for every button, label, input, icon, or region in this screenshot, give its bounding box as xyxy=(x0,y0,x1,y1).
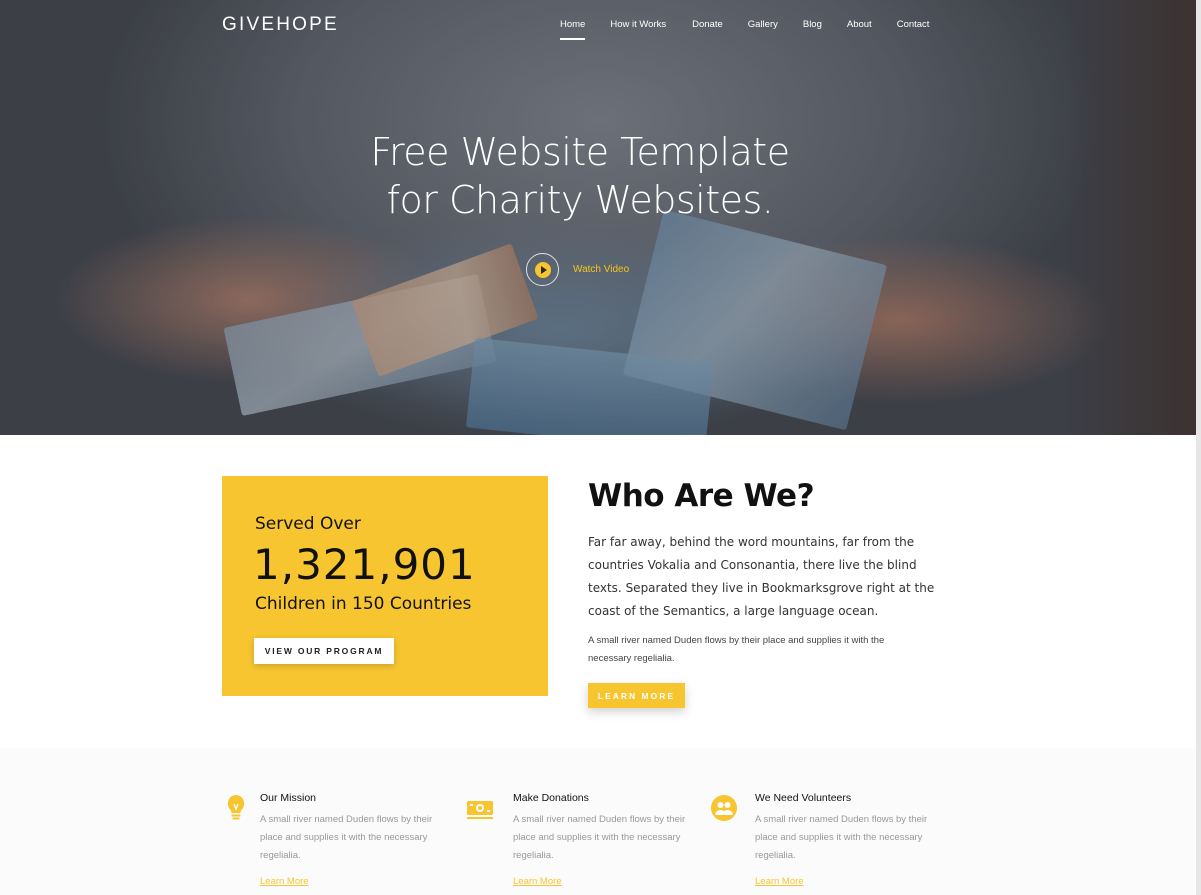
watch-video-control[interactable]: Watch Video xyxy=(526,253,629,286)
served-over-label: Served Over xyxy=(255,514,361,534)
feature-description: A small river named Duden flows by their… xyxy=(260,814,433,861)
hero-title-line-2: for Charity Websites. xyxy=(386,178,774,222)
page-scrollbar[interactable] xyxy=(1196,0,1201,895)
who-are-we-paragraph: Far far away, behind the word mountains,… xyxy=(588,535,935,618)
who-are-we-heading: Who Are We? xyxy=(588,478,815,514)
children-countries-label: Children in 150 Countries xyxy=(255,594,472,614)
nav-item-about[interactable]: About xyxy=(847,19,872,40)
feature-title: Our Mission xyxy=(260,792,317,804)
nav-item-how-it-works[interactable]: How it Works xyxy=(610,19,666,40)
feature-title: We Need Volunteers xyxy=(755,792,852,804)
nav-item-home[interactable]: Home xyxy=(560,19,586,40)
play-button[interactable] xyxy=(526,253,559,286)
stats-card: Served Over 1,321,901 Children in 150 Co… xyxy=(222,476,548,696)
feature-title: Make Donations xyxy=(513,792,589,804)
nav-item-donate[interactable]: Donate xyxy=(692,19,723,40)
volunteers-icon xyxy=(711,795,737,821)
play-icon xyxy=(534,261,551,278)
served-count: 1,321,901 xyxy=(253,540,476,589)
view-our-program-button[interactable]: VIEW OUR PROGRAM xyxy=(254,638,394,664)
feature-learn-more-link[interactable]: Learn More xyxy=(260,876,309,887)
lightbulb-icon xyxy=(227,795,245,820)
feature-description: A small river named Duden flows by their… xyxy=(513,814,686,861)
feature-learn-more-link[interactable]: Learn More xyxy=(755,876,804,887)
nav-menu: Home How it Works Donate Gallery Blog Ab… xyxy=(560,19,929,40)
nav-item-contact[interactable]: Contact xyxy=(897,19,930,40)
nav-item-blog[interactable]: Blog xyxy=(803,19,822,40)
hero-title: Free Website Template for Charity Websit… xyxy=(0,128,1160,224)
feature-description: A small river named Duden flows by their… xyxy=(755,814,928,861)
watch-video-link[interactable]: Watch Video xyxy=(573,264,629,275)
hero-section: GIVEHOPE Home How it Works Donate Galler… xyxy=(0,0,1196,435)
brand-logo[interactable]: GIVEHOPE xyxy=(222,14,339,36)
who-are-we-subparagraph: A small river named Duden flows by their… xyxy=(588,635,885,664)
learn-more-button[interactable]: LEARN MORE xyxy=(588,683,685,708)
feature-learn-more-link[interactable]: Learn More xyxy=(513,876,562,887)
top-navigation: GIVEHOPE Home How it Works Donate Galler… xyxy=(0,0,1196,50)
money-icon xyxy=(467,801,493,819)
nav-item-gallery[interactable]: Gallery xyxy=(748,19,778,40)
hero-title-line-1: Free Website Template xyxy=(370,130,790,174)
